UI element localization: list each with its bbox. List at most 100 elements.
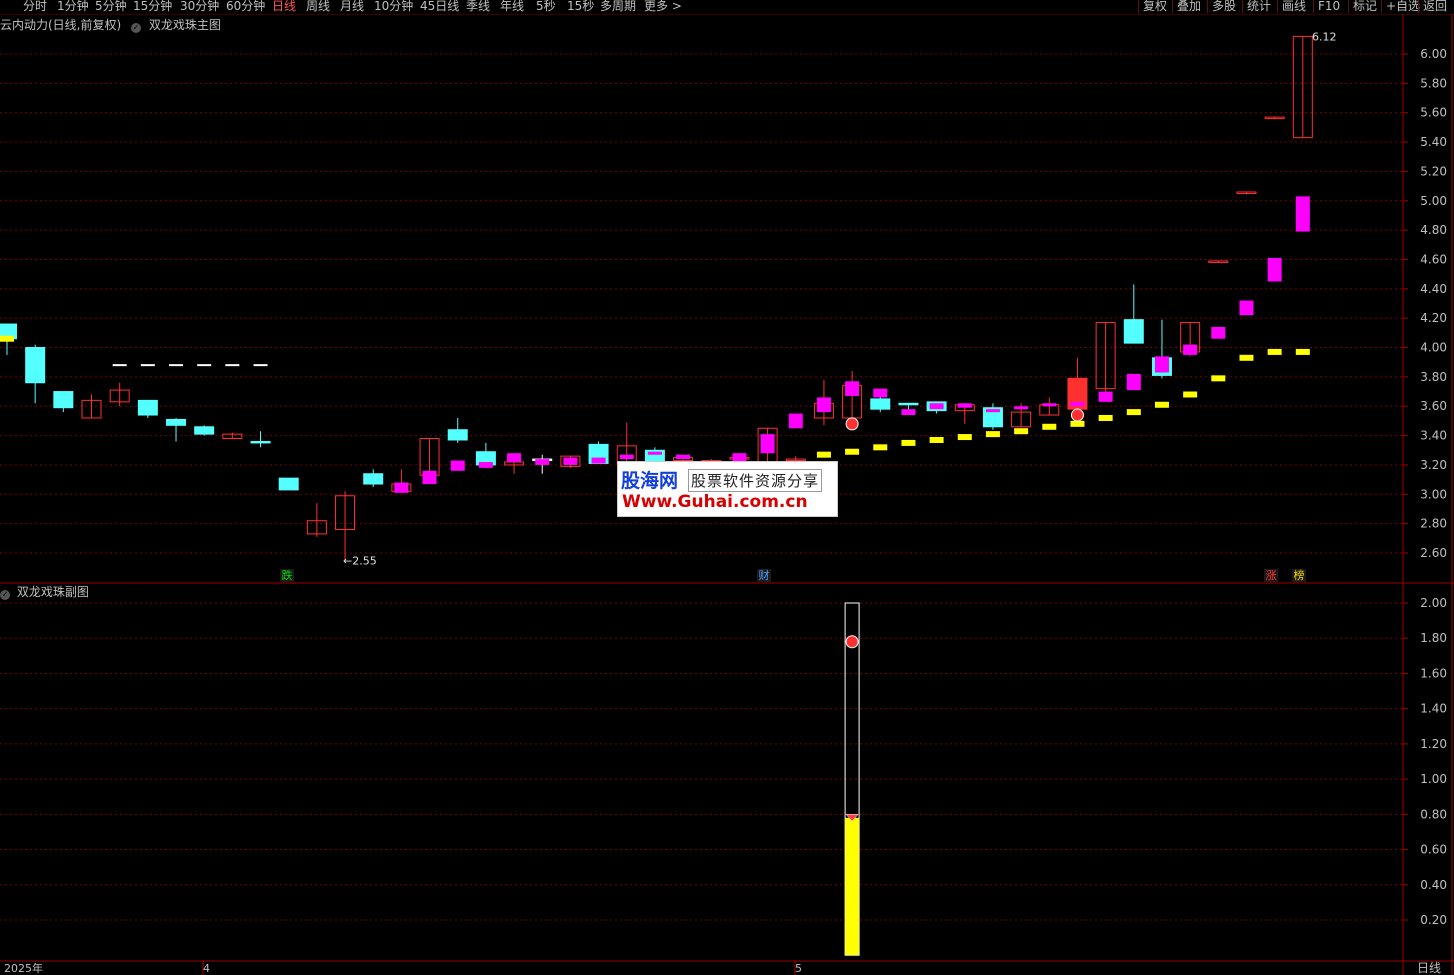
ma-band-block <box>676 454 691 460</box>
reference-dash <box>253 364 268 367</box>
yellow-line-dash <box>1211 375 1226 382</box>
main-tick-label-13: 5.20 <box>1420 164 1447 178</box>
ma-band-block <box>647 451 662 455</box>
candle-body <box>250 440 271 444</box>
ma-band-block <box>929 403 944 410</box>
ma-band-block <box>1154 356 1169 373</box>
reference-dash <box>225 364 240 367</box>
date-label-month-4: 4 <box>203 962 210 975</box>
low-price-label: ←2.55 <box>343 554 377 567</box>
yellow-line-dash <box>957 434 972 441</box>
yellow-line-dash <box>1267 348 1282 355</box>
candle <box>53 391 74 413</box>
signal-die: 跌 <box>280 569 294 582</box>
candle <box>335 491 356 561</box>
reference-dash <box>140 364 155 367</box>
candle <box>1095 322 1116 395</box>
candle <box>982 403 1003 430</box>
yellow-line-dash <box>1126 409 1141 416</box>
candle <box>166 417 187 442</box>
ma-band-block <box>563 457 578 465</box>
watermark-brand: 股海网 <box>621 470 679 492</box>
ma-band-block <box>985 409 1000 413</box>
yellow-line-dash <box>1154 401 1169 408</box>
dragon-pearl-icon-1 <box>1070 408 1084 422</box>
candle-body <box>137 399 158 416</box>
signal-zhang: 涨 <box>1264 569 1278 582</box>
sub-tick-label-2: 0.60 <box>1420 843 1447 857</box>
ma-band-block <box>957 403 972 408</box>
main-tick-label-15: 5.60 <box>1420 106 1447 120</box>
candle-body <box>1123 319 1144 344</box>
sub-pearl-icon <box>845 635 859 649</box>
sub-tick-label-6: 1.40 <box>1420 702 1447 716</box>
ma-band-block <box>760 434 775 454</box>
candle <box>1292 35 1313 139</box>
sub-indicator-name[interactable]: 双龙戏珠副图 <box>17 585 89 599</box>
candle <box>1208 260 1229 263</box>
yellow-line-dash <box>901 439 916 446</box>
dragon-pearl-icon-0 <box>845 417 859 431</box>
sub-chart-grid <box>0 602 1403 921</box>
candle-body <box>166 418 187 426</box>
candle <box>81 394 102 419</box>
ma-band-block <box>1070 401 1085 407</box>
candle-body <box>898 402 919 406</box>
period-label[interactable]: 日线 <box>1404 962 1454 975</box>
main-tick-label-7: 4.00 <box>1420 341 1447 355</box>
main-tick-label-0: 2.60 <box>1420 546 1447 560</box>
yellow-line-dash <box>845 448 860 455</box>
candle-body <box>870 398 891 410</box>
ma-band-block <box>1211 326 1226 339</box>
reference-dash <box>197 364 212 367</box>
yellow-line-dash <box>0 335 14 342</box>
signal-cai: 财 <box>757 569 771 582</box>
sub-tick-label-1: 0.40 <box>1420 878 1447 892</box>
yellow-line-dash <box>985 431 1000 438</box>
yellow-line-dash <box>873 444 888 451</box>
main-tick-label-3: 3.20 <box>1420 458 1447 472</box>
main-tick-label-10: 4.60 <box>1420 252 1447 266</box>
sub-indicator-settings-icon[interactable]: ✓ <box>0 590 10 600</box>
candle <box>250 431 271 448</box>
ma-band-block <box>422 470 437 485</box>
sub-tick-label-8: 1.80 <box>1420 631 1447 645</box>
watermark-slogan: 股票软件资源分享 <box>688 469 823 492</box>
sub-tick-label-4: 1.00 <box>1420 772 1447 786</box>
candle <box>306 503 327 537</box>
watermark-logo: 股海网 股票软件资源分享 Www.Guhai.com.cn <box>617 461 838 517</box>
candle <box>278 477 299 491</box>
yellow-line-dash <box>1239 354 1254 361</box>
yellow-line-dash <box>929 436 944 443</box>
main-tick-label-12: 5.00 <box>1420 194 1447 208</box>
ma-band-block <box>901 409 916 416</box>
main-tick-label-14: 5.40 <box>1420 135 1447 149</box>
sub-tick-label-5: 1.20 <box>1420 737 1447 751</box>
high-price-label: 6.12 <box>1312 30 1337 43</box>
candle <box>447 417 468 443</box>
yellow-line-dash <box>1295 348 1310 355</box>
candle <box>1123 284 1144 344</box>
sub-tick-label-0: 0.20 <box>1420 913 1447 927</box>
candle <box>1264 116 1285 120</box>
ma-band-block <box>788 413 803 429</box>
ma-band-block <box>450 460 465 471</box>
candle <box>109 382 130 407</box>
ma-band-block <box>1014 406 1029 410</box>
candle-body <box>278 477 299 491</box>
ma-band-block <box>1295 196 1310 232</box>
ma-band-block <box>1239 300 1254 316</box>
main-tick-label-6: 3.80 <box>1420 370 1447 384</box>
ma-band-block <box>1267 258 1282 282</box>
ma-band-block <box>1098 391 1113 402</box>
candle <box>1236 191 1257 194</box>
candle <box>137 399 158 418</box>
candle-body <box>53 391 74 409</box>
sub-tick-label-3: 0.80 <box>1420 807 1447 821</box>
ma-band-block <box>1183 344 1198 355</box>
ma-band-block <box>394 482 409 493</box>
main-tick-label-9: 4.40 <box>1420 282 1447 296</box>
main-tick-label-11: 4.80 <box>1420 223 1447 237</box>
ma-band-block <box>845 381 860 396</box>
candle <box>194 425 215 436</box>
